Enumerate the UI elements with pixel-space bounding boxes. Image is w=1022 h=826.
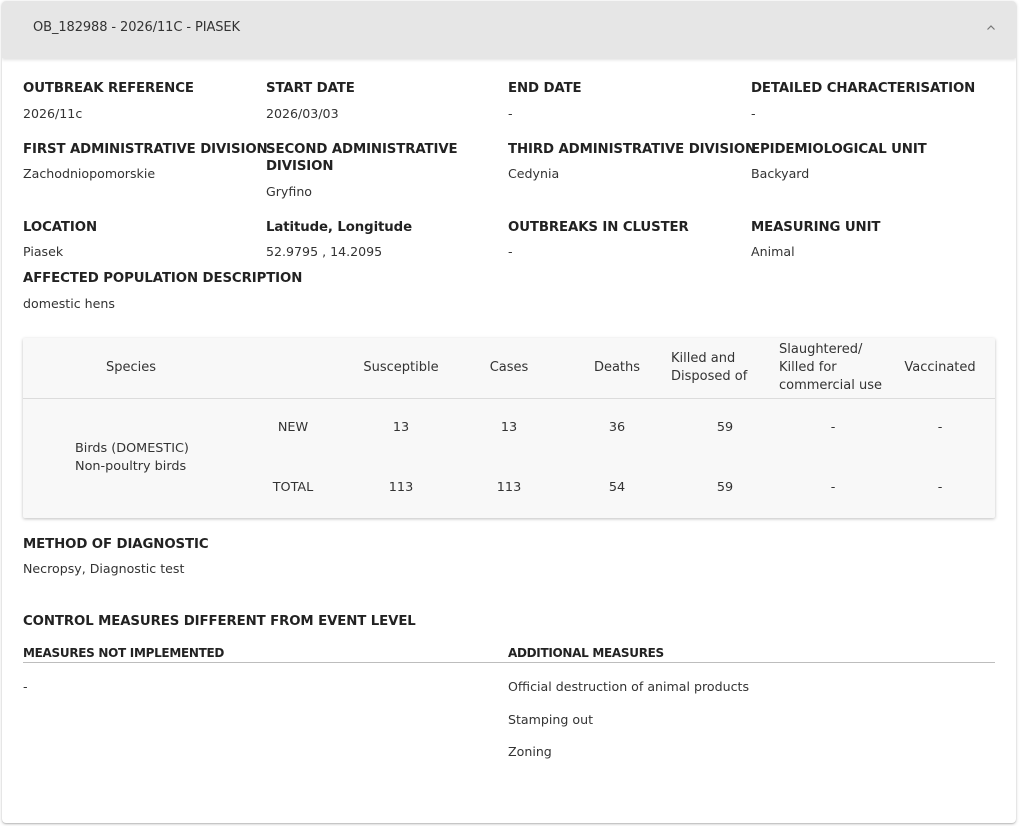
end-date-value: - — [508, 106, 513, 121]
col-header-slaughtered: Slaughtered/ Killed for commercial use — [779, 341, 899, 395]
outbreak-panel-title: OB_182988 - 2026/11C - PIASEK — [33, 20, 240, 35]
end-date-label: END DATE — [508, 81, 582, 96]
col-header-slaughtered-line1: Slaughtered/ — [779, 342, 863, 357]
start-date-value: 2026/03/03 — [266, 106, 339, 121]
measures-not-implemented-header: MEASURES NOT IMPLEMENTED — [23, 646, 225, 660]
first-admin-division-value: Zachodniopomorskie — [23, 166, 156, 181]
row-type: TOTAL — [272, 480, 314, 495]
detailed-characterisation-label: DETAILED CHARACTERISATION — [751, 81, 976, 96]
cell-cases: 113 — [496, 480, 522, 495]
outbreak-reference-label: OUTBREAK REFERENCE — [23, 81, 194, 96]
chevron-up-icon[interactable] — [986, 23, 996, 33]
diagnostic-method-label: METHOD OF DIAGNOSTIC — [23, 537, 209, 552]
list-item: - — [23, 679, 28, 694]
row-type: NEW — [277, 420, 309, 435]
species-name-line1: Birds (DOMESTIC) — [75, 441, 189, 456]
second-admin-division-label-line2: DIVISION — [266, 159, 334, 174]
start-date-label: START DATE — [266, 81, 355, 96]
col-header-species: Species — [105, 360, 157, 375]
affected-population-value: domestic hens — [23, 296, 115, 311]
lat-long-value: 52.9795 , 14.2095 — [266, 244, 383, 259]
cell-deaths: 54 — [608, 480, 626, 495]
outbreak-card: OB_182988 - 2026/11C - PIASEK OUTBREAK R… — [2, 1, 1016, 823]
first-admin-division-label: FIRST ADMINISTRATIVE DIVISION — [23, 142, 268, 157]
third-admin-division-label: THIRD ADMINISTRATIVE DIVISION — [508, 142, 757, 157]
outbreaks-in-cluster-value: - — [508, 244, 513, 259]
second-admin-division-label-line1: SECOND ADMINISTRATIVE — [266, 142, 458, 157]
detailed-characterisation-value: - — [751, 106, 756, 121]
location-label: LOCATION — [23, 220, 97, 235]
col-header-susceptible: Susceptible — [363, 360, 439, 375]
outbreak-panel-header[interactable]: OB_182988 - 2026/11C - PIASEK — [2, 1, 1016, 58]
measuring-unit-value: Animal — [751, 244, 795, 259]
epidemiological-unit-label: EPIDEMIOLOGICAL UNIT — [751, 142, 927, 157]
col-header-vaccinated: Vaccinated — [904, 360, 976, 375]
cell-killed: 59 — [716, 480, 734, 495]
cell-deaths: 36 — [608, 420, 626, 435]
list-item: Stamping out — [508, 712, 594, 727]
outbreaks-in-cluster-label: OUTBREAKS IN CLUSTER — [508, 220, 689, 235]
cell-slaughtered: - — [830, 480, 836, 495]
cell-susceptible: 113 — [388, 480, 414, 495]
cell-cases: 13 — [500, 420, 518, 435]
cell-killed: 59 — [716, 420, 734, 435]
diagnostic-method-value: Necropsy, Diagnostic test — [23, 561, 185, 576]
measures-header-divider — [23, 662, 995, 663]
col-header-killed-line1: Killed and — [671, 351, 736, 366]
list-item: Zoning — [508, 744, 552, 759]
cell-slaughtered: - — [830, 420, 836, 435]
species-name-line2: Non-poultry birds — [75, 459, 187, 474]
epidemiological-unit-value: Backyard — [751, 166, 810, 181]
control-measures-title: CONTROL MEASURES DIFFERENT FROM EVENT LE… — [23, 614, 416, 629]
location-value: Piasek — [23, 244, 64, 259]
col-header-killed: Killed and Disposed of — [671, 350, 781, 386]
measuring-unit-label: MEASURING UNIT — [751, 220, 881, 235]
lat-long-label: Latitude, Longitude — [266, 220, 413, 235]
col-header-deaths: Deaths — [593, 360, 641, 375]
outbreak-reference-value: 2026/11c — [23, 106, 83, 121]
second-admin-division-value: Gryfino — [266, 184, 313, 199]
col-header-killed-line2: Disposed of — [671, 369, 748, 384]
col-header-slaughtered-line2: Killed for — [779, 360, 837, 375]
species-name: Birds (DOMESTIC) Non-poultry birds — [75, 440, 189, 476]
cell-susceptible: 13 — [392, 420, 410, 435]
affected-population-label: AFFECTED POPULATION DESCRIPTION — [23, 271, 303, 286]
third-admin-division-value: Cedynia — [508, 166, 560, 181]
cell-vaccinated: - — [937, 420, 943, 435]
cell-vaccinated: - — [937, 480, 943, 495]
col-header-cases: Cases — [489, 360, 529, 375]
species-table: Species Susceptible Cases Deaths Killed … — [23, 338, 995, 518]
second-admin-division-label: SECOND ADMINISTRATIVE DIVISION — [266, 141, 458, 175]
col-header-slaughtered-line3: commercial use — [779, 378, 882, 393]
additional-measures-header: ADDITIONAL MEASURES — [508, 646, 664, 660]
table-header-divider — [23, 398, 995, 399]
list-item: Official destruction of animal products — [508, 679, 750, 694]
